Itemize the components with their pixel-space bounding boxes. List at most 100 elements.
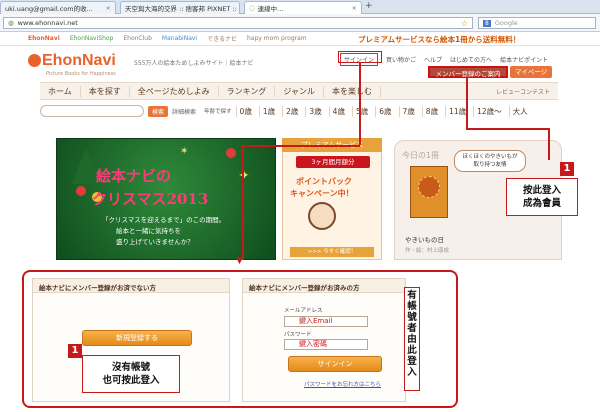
annotation-highlight bbox=[338, 51, 382, 63]
forgot-password-link[interactable]: パスワードをお忘れ方はこちら bbox=[304, 380, 381, 388]
age-link[interactable]: 大人 bbox=[508, 105, 531, 117]
nav-full-preview[interactable]: 全ページためしよみ bbox=[130, 85, 219, 97]
premium-check-link[interactable]: >>> 今すぐ確認！ bbox=[290, 247, 374, 257]
hedgehog-icon bbox=[418, 176, 440, 198]
xmas-text: 盛り上げていきませんか？ bbox=[116, 238, 194, 246]
xmas-title-line2: クリスマス2013 bbox=[92, 190, 209, 208]
promo-text[interactable]: プレミアムサービスなら絵本1冊から送料無料！ bbox=[358, 34, 520, 45]
top-link[interactable]: EhonClub bbox=[123, 35, 152, 42]
nav-home[interactable]: ホーム bbox=[40, 85, 81, 97]
annotation-callout: 沒有帳號 也可按此登入 bbox=[82, 355, 180, 393]
premium-text: キャンペーン中！ bbox=[290, 189, 354, 198]
age-link[interactable]: 5歳 bbox=[351, 105, 371, 117]
member-registration-button[interactable]: メンバー登録のご案内 bbox=[428, 66, 508, 78]
password-field[interactable]: 鍵入密碼 bbox=[284, 339, 368, 350]
annotation-line bbox=[466, 78, 468, 130]
nav-find-books[interactable]: 本を探す bbox=[81, 85, 130, 97]
globe-icon: ◍ bbox=[8, 19, 14, 27]
search-row: 検索 詳細検索 年齢で探す 0歳 1歳 2歳 3歳 4歳 5歳 6歳 7歳 8歳… bbox=[40, 103, 558, 119]
url-text: www.ehonnavi.net bbox=[17, 19, 78, 27]
google-icon: 8 bbox=[483, 19, 491, 27]
close-icon[interactable]: × bbox=[352, 4, 357, 12]
loading-icon: ◌ bbox=[249, 4, 255, 12]
browser-tab-bar: uki.uang@gmail.com的收... × 天空與大海的交界 :: 痞客… bbox=[0, 0, 600, 14]
browser-tab[interactable]: uki.uang@gmail.com的收... × bbox=[0, 1, 116, 14]
ornament-icon bbox=[226, 148, 236, 158]
callout-text: 也可按此登入 bbox=[102, 375, 160, 386]
star-icon[interactable]: ☆ bbox=[461, 19, 468, 28]
annotation-number: 1 bbox=[560, 162, 574, 176]
annotation-line bbox=[359, 63, 361, 145]
annotation-line bbox=[242, 145, 244, 260]
url-input[interactable]: ◍ www.ehonnavi.net ☆ bbox=[3, 17, 473, 29]
age-link[interactable]: 4歳 bbox=[328, 105, 348, 117]
site-search-input[interactable] bbox=[40, 105, 144, 117]
book-of-day-label: 今日の1冊 bbox=[402, 151, 440, 160]
bubble-text: ほくほくのやきいもが bbox=[462, 154, 518, 160]
age-search-label: 年齢で探す bbox=[204, 109, 232, 115]
callout-text: 按此登入 bbox=[522, 185, 561, 196]
callout-text: 沒有帳號 bbox=[111, 362, 150, 373]
book-author: 作・絵：村上康成 bbox=[405, 248, 450, 254]
email-field[interactable]: 鍵入Email bbox=[284, 316, 368, 327]
review-contest-link[interactable]: レビューコンテスト bbox=[488, 87, 558, 96]
annotation-number: 1 bbox=[68, 344, 82, 358]
tab-label: 天空與大海的交界 :: 痞客邦 PIXNET :: bbox=[125, 5, 237, 13]
annotation-line bbox=[466, 128, 550, 130]
search-button[interactable]: 検索 bbox=[148, 105, 169, 117]
top-link[interactable]: できるナビ bbox=[207, 34, 237, 43]
email-label: メールアドレス bbox=[284, 308, 323, 314]
site-tagline: 555万人の絵本ためしよみサイト｜絵本ナビ bbox=[134, 60, 254, 67]
star-decoration-icon: ✦ bbox=[238, 168, 250, 184]
ornament-icon bbox=[76, 186, 86, 196]
age-link[interactable]: 0歳 bbox=[235, 105, 255, 117]
tab-label: 連線中... bbox=[257, 5, 284, 13]
age-link[interactable]: 1歳 bbox=[258, 105, 278, 117]
browser-search-input[interactable]: 8 Google bbox=[478, 17, 596, 29]
age-link[interactable]: 2歳 bbox=[282, 105, 301, 117]
non-member-header: 絵本ナビにメンバー登録がお済でない方 bbox=[33, 279, 229, 293]
points-link[interactable]: 絵本ナビポイント bbox=[500, 55, 548, 64]
premium-text: ポイントバック bbox=[296, 177, 352, 186]
top-link[interactable]: hapy mom program bbox=[247, 35, 307, 42]
nav-genre[interactable]: ジャンル bbox=[275, 85, 324, 97]
annotation-vertical-note: 有帳號者由此登入 bbox=[404, 287, 420, 391]
age-link[interactable]: 8歳 bbox=[421, 105, 441, 117]
first-timers-link[interactable]: はじめての方へ bbox=[450, 55, 492, 64]
tab-label: uki.uang@gmail.com的收... bbox=[5, 5, 93, 13]
xmas-text: 絵本と一緒に気持ちを bbox=[116, 227, 181, 235]
new-registration-button[interactable]: 新規登録する bbox=[82, 330, 192, 346]
top-link[interactable]: ManabiNavi bbox=[162, 35, 197, 42]
mypage-button[interactable]: マイページ bbox=[510, 66, 552, 78]
help-link[interactable]: ヘルプ bbox=[424, 55, 442, 64]
site-logo[interactable]: EhonNavi bbox=[42, 52, 116, 70]
bubble-text: 取り持つ友情 bbox=[473, 162, 507, 168]
detail-search-link[interactable]: 詳細検索 bbox=[172, 107, 196, 116]
arrow-down-icon: ▼ bbox=[236, 256, 243, 266]
browser-tab-active[interactable]: ◌ 連線中... × bbox=[244, 1, 362, 14]
nav-ranking[interactable]: ランキング bbox=[219, 85, 276, 97]
age-link[interactable]: 12歳〜 bbox=[473, 105, 505, 117]
logo-subtitle: Picture Books for Happiness bbox=[46, 71, 116, 77]
book-title[interactable]: やきいもの日 bbox=[405, 234, 444, 244]
new-tab-icon[interactable]: + bbox=[365, 1, 373, 11]
nav-enjoy[interactable]: 本を楽しむ bbox=[324, 85, 381, 97]
logo-mark-icon bbox=[28, 54, 41, 67]
annotation-line bbox=[242, 145, 360, 147]
top-link[interactable]: EhonNavi bbox=[28, 35, 60, 42]
top-link[interactable]: EhonNaviShop bbox=[70, 35, 114, 42]
age-link[interactable]: 3歳 bbox=[305, 105, 324, 117]
star-decoration-icon: ✶ bbox=[180, 146, 189, 157]
cart-link[interactable]: 買い物かご bbox=[386, 55, 416, 64]
signin-button[interactable]: サインイン bbox=[288, 356, 382, 372]
close-icon[interactable]: × bbox=[106, 4, 111, 12]
age-link[interactable]: 7歳 bbox=[398, 105, 418, 117]
search-placeholder: Google bbox=[494, 19, 518, 27]
password-label: パスワード bbox=[284, 332, 312, 338]
age-link[interactable]: 6歳 bbox=[375, 105, 394, 117]
browser-tab[interactable]: 天空與大海的交界 :: 痞客邦 PIXNET :: × bbox=[120, 1, 240, 14]
book-speech-bubble: ほくほくのやきいもが 取り持つ友情 bbox=[454, 150, 526, 172]
main-nav: ホーム 本を探す 全ページためしよみ ランキング ジャンル 本を楽しむ レビュー… bbox=[40, 82, 558, 100]
annotation-line bbox=[548, 128, 550, 160]
annotation-callout: 按此登入 成為會員 bbox=[506, 178, 578, 216]
